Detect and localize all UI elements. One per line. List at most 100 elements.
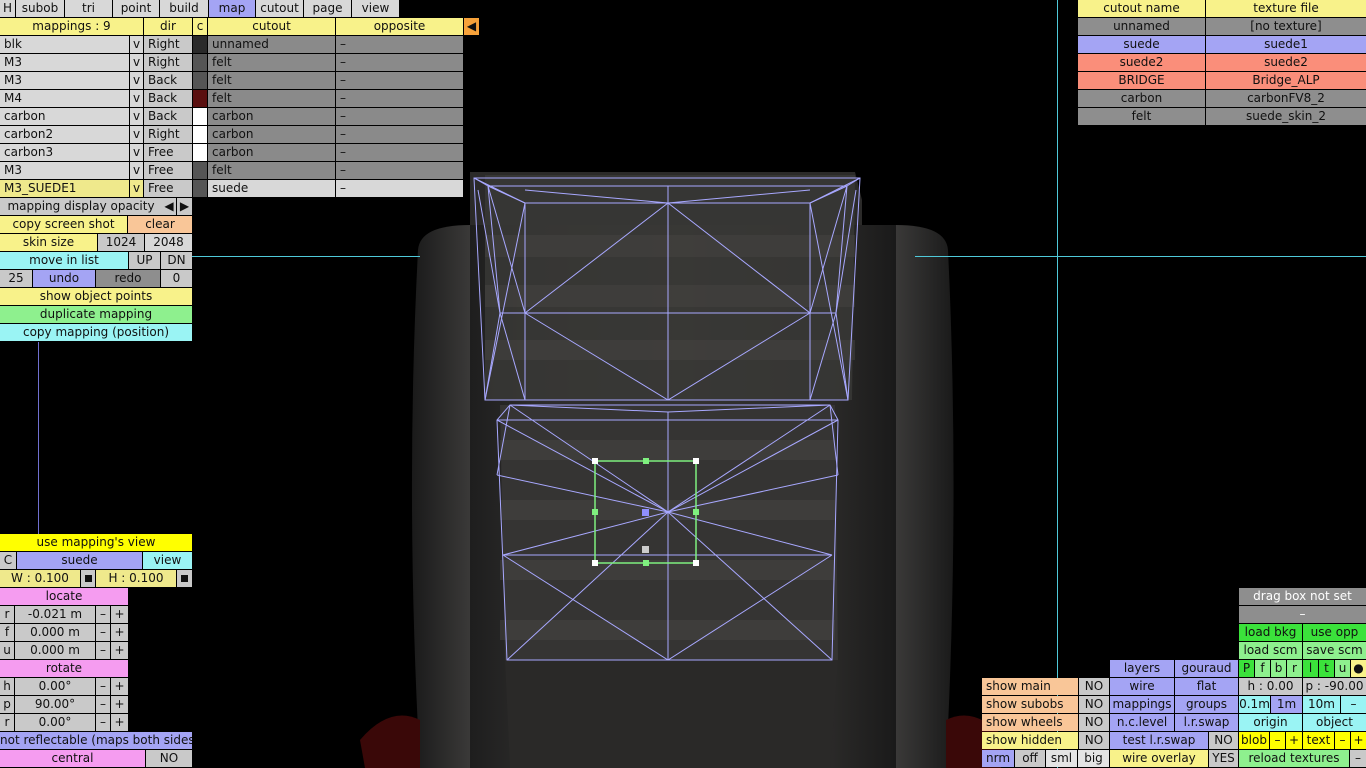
- mapping-row-opposite[interactable]: –: [336, 144, 463, 161]
- mapping-row-name[interactable]: M3: [0, 54, 129, 71]
- cutout-row-name[interactable]: unnamed: [1078, 18, 1205, 35]
- mapping-row-dropdown[interactable]: v: [130, 144, 143, 161]
- menu-h-tab[interactable]: H: [0, 0, 15, 17]
- cutout-row-name[interactable]: felt: [1078, 108, 1205, 125]
- save-scm-button[interactable]: save scm: [1303, 642, 1366, 659]
- blob-plus-button[interactable]: +: [1286, 732, 1302, 749]
- locate-value[interactable]: 0.000 m: [15, 624, 95, 641]
- cutout-row-texture[interactable]: suede2: [1206, 54, 1366, 71]
- mapping-row-opposite[interactable]: –: [336, 126, 463, 143]
- cutout-row-name[interactable]: suede2: [1078, 54, 1205, 71]
- view-flag-l[interactable]: l: [1303, 660, 1318, 677]
- mapping-row-cutout[interactable]: felt: [208, 54, 335, 71]
- test-lr-swap-toggle[interactable]: NO: [1209, 732, 1238, 749]
- rotate-minus-button[interactable]: –: [96, 714, 110, 731]
- mapping-row-opposite[interactable]: –: [336, 180, 463, 197]
- use-opp-button[interactable]: use opp: [1303, 624, 1366, 641]
- locate-minus-button[interactable]: –: [96, 606, 110, 623]
- rotate-plus-button[interactable]: +: [111, 678, 128, 695]
- mapping-row-dropdown[interactable]: v: [130, 180, 143, 197]
- menu-cutout-tab[interactable]: cutout: [256, 0, 303, 17]
- mapping-row-dir[interactable]: Back: [144, 90, 192, 107]
- mapping-row-name[interactable]: M4: [0, 90, 129, 107]
- cutout-row-name[interactable]: carbon: [1078, 90, 1205, 107]
- pitch-value[interactable]: p : -90.00: [1303, 678, 1366, 695]
- move-down-button[interactable]: DN: [161, 252, 192, 269]
- size-sml-button[interactable]: sml: [1046, 750, 1077, 767]
- mapping-row-dir[interactable]: Free: [144, 144, 192, 161]
- locate-minus-button[interactable]: –: [96, 642, 110, 659]
- size-big-button[interactable]: big: [1078, 750, 1109, 767]
- lr-swap-button[interactable]: l.r.swap: [1175, 714, 1238, 731]
- mapping-row-dir[interactable]: Right: [144, 54, 192, 71]
- mapping-row-cutout[interactable]: suede: [208, 180, 335, 197]
- step-10m-button[interactable]: 10m: [1303, 696, 1340, 713]
- object-button[interactable]: object: [1303, 714, 1366, 731]
- undo-button[interactable]: undo: [33, 270, 95, 287]
- cutout-row-texture[interactable]: Bridge_ALP: [1206, 72, 1366, 89]
- nc-level-button[interactable]: n.c.level: [1110, 714, 1174, 731]
- rotate-minus-button[interactable]: –: [96, 678, 110, 695]
- menu-tri-tab[interactable]: tri: [65, 0, 112, 17]
- cutout-row-texture[interactable]: suede1: [1206, 36, 1366, 53]
- view-flag-dot[interactable]: ●: [1351, 660, 1366, 677]
- mapping-row-dir[interactable]: Free: [144, 180, 192, 197]
- skin-height-field[interactable]: 2048: [145, 234, 192, 251]
- height-lock-icon[interactable]: [177, 570, 192, 587]
- cutout-row-name[interactable]: suede: [1078, 36, 1205, 53]
- view-button[interactable]: view: [143, 552, 192, 569]
- flat-button[interactable]: flat: [1175, 678, 1238, 695]
- width-lock-icon[interactable]: [81, 570, 95, 587]
- view-flag-t[interactable]: t: [1319, 660, 1334, 677]
- mapping-row-dropdown[interactable]: v: [130, 54, 143, 71]
- size-nrm-button[interactable]: nrm: [982, 750, 1014, 767]
- mapping-row-opposite[interactable]: –: [336, 162, 463, 179]
- mapping-row-name[interactable]: M3: [0, 72, 129, 89]
- cutout-row-texture[interactable]: suede_skin_2: [1206, 108, 1366, 125]
- view-flag-r[interactable]: r: [1287, 660, 1302, 677]
- locate-plus-button[interactable]: +: [111, 624, 128, 641]
- mapping-row-name[interactable]: carbon: [0, 108, 129, 125]
- size-off-button[interactable]: off: [1015, 750, 1045, 767]
- rotate-minus-button[interactable]: –: [96, 696, 110, 713]
- mapping-row-name[interactable]: M3_SUEDE1: [0, 180, 129, 197]
- wire-button[interactable]: wire: [1110, 678, 1174, 695]
- mapping-row-cutout[interactable]: felt: [208, 90, 335, 107]
- reflect-toggle[interactable]: not reflectable (maps both sides): [0, 732, 192, 749]
- menu-subob-tab[interactable]: subob: [16, 0, 64, 17]
- redo-button[interactable]: redo: [96, 270, 160, 287]
- duplicate-mapping-button[interactable]: duplicate mapping: [0, 306, 192, 323]
- mapping-row-opposite[interactable]: –: [336, 36, 463, 53]
- load-scm-button[interactable]: load scm: [1239, 642, 1302, 659]
- mapping-row-name[interactable]: carbon2: [0, 126, 129, 143]
- mapping-row-dropdown[interactable]: v: [130, 162, 143, 179]
- reload-textures-button[interactable]: reload textures: [1239, 750, 1349, 767]
- locate-minus-button[interactable]: –: [96, 624, 110, 641]
- show-main-button[interactable]: show main: [982, 678, 1078, 695]
- width-field[interactable]: W : 0.100: [0, 570, 80, 587]
- mapping-row-cutout[interactable]: felt: [208, 162, 335, 179]
- mapping-cutout-name[interactable]: suede: [17, 552, 142, 569]
- locate-value[interactable]: -0.021 m: [15, 606, 95, 623]
- mapping-row-dropdown[interactable]: v: [130, 108, 143, 125]
- mapping-row-name[interactable]: blk: [0, 36, 129, 53]
- text-minus-button[interactable]: –: [1335, 732, 1350, 749]
- opacity-left-arrow-icon[interactable]: ◀: [162, 198, 176, 215]
- show-wheels-toggle[interactable]: NO: [1079, 714, 1109, 731]
- view-flag-b[interactable]: b: [1271, 660, 1286, 677]
- c-toggle[interactable]: C: [0, 552, 16, 569]
- show-hidden-button[interactable]: show hidden: [982, 732, 1078, 749]
- step-minus-button[interactable]: –: [1341, 696, 1366, 713]
- use-mapping-view-button[interactable]: use mapping's view: [0, 534, 192, 551]
- mapping-row-dir[interactable]: Right: [144, 36, 192, 53]
- menu-build-tab[interactable]: build: [160, 0, 208, 17]
- skin-width-field[interactable]: 1024: [98, 234, 144, 251]
- cutout-row-texture[interactable]: carbonFV8_2: [1206, 90, 1366, 107]
- mapping-row-cutout[interactable]: felt: [208, 72, 335, 89]
- text-plus-button[interactable]: +: [1351, 732, 1366, 749]
- view-flag-P[interactable]: P: [1239, 660, 1254, 677]
- copy-mapping-button[interactable]: copy mapping (position): [0, 324, 192, 341]
- mapping-row-dir[interactable]: Back: [144, 108, 192, 125]
- move-up-button[interactable]: UP: [129, 252, 160, 269]
- menu-point-tab[interactable]: point: [113, 0, 159, 17]
